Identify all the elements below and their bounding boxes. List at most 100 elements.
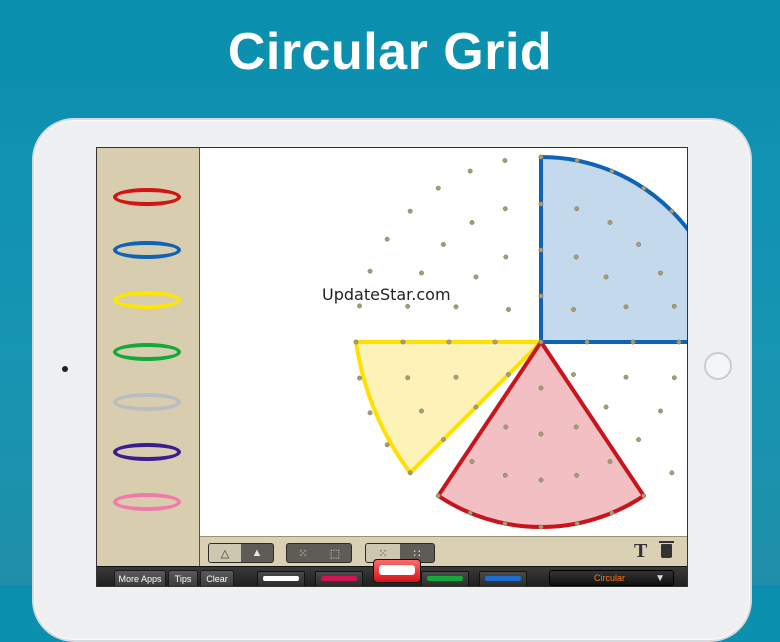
peg <box>384 442 390 448</box>
yellow-band[interactable] <box>113 291 181 309</box>
peg <box>440 437 446 443</box>
peg <box>538 247 544 253</box>
peg <box>623 304 629 310</box>
peg <box>353 339 359 345</box>
shape-mode-toggle[interactable]: △ ▲ <box>208 543 274 563</box>
page-title: Circular Grid <box>227 23 553 81</box>
peg <box>671 303 677 309</box>
peg <box>607 220 613 225</box>
peg <box>357 375 363 381</box>
peg <box>453 304 459 310</box>
square-icon[interactable]: ⬚ <box>319 544 351 562</box>
peg <box>538 385 544 391</box>
peg <box>357 303 363 309</box>
peg <box>467 510 473 516</box>
peg <box>607 459 613 464</box>
grid-type-label: Circular <box>594 573 626 583</box>
peg <box>502 472 508 478</box>
peg <box>405 375 411 381</box>
peg <box>669 470 675 476</box>
chevron-down-icon: ▼ <box>655 573 665 584</box>
camera-dot <box>62 366 68 372</box>
peg <box>603 404 609 410</box>
triangle-filled-icon[interactable]: ▲ <box>241 544 273 562</box>
peg <box>407 208 413 214</box>
peg <box>676 339 682 345</box>
peg <box>630 339 636 345</box>
peg <box>538 431 544 437</box>
peg <box>574 206 580 212</box>
peg <box>623 374 629 380</box>
app-screen: △ ▲ ⁙ ⬚ ⁙ ∷ T More Apps Tips Clear Circu… <box>96 147 688 587</box>
tips-button[interactable]: Tips <box>168 570 198 586</box>
peg <box>419 408 424 414</box>
peg <box>609 510 615 516</box>
peg <box>400 339 406 345</box>
pegs-icon[interactable]: ⁙ <box>287 544 319 562</box>
peg <box>584 339 590 345</box>
home-button[interactable] <box>704 352 732 380</box>
peg-mode-toggle[interactable]: ⁙ ⬚ <box>286 543 352 563</box>
peg <box>467 168 473 174</box>
red-band[interactable] <box>113 188 181 206</box>
watermark: UpdateStar.com <box>322 285 451 304</box>
peg <box>669 208 675 214</box>
peg <box>658 408 663 414</box>
blue-band[interactable] <box>113 241 181 259</box>
pen-eraser[interactable] <box>373 559 421 583</box>
blue-band-shape <box>539 155 687 344</box>
peg <box>435 185 441 191</box>
clear-button[interactable]: Clear <box>200 570 234 586</box>
circular-grid-board[interactable] <box>200 148 687 536</box>
gray-band[interactable] <box>113 393 181 411</box>
peg <box>440 241 446 247</box>
peg <box>538 201 544 207</box>
peg <box>469 220 475 225</box>
peg <box>473 404 479 410</box>
peg <box>367 410 373 416</box>
peg <box>636 241 642 247</box>
peg <box>492 339 498 345</box>
peg <box>469 459 475 464</box>
peg <box>609 168 615 174</box>
toolbar: △ ▲ ⁙ ⬚ ⁙ ∷ T <box>200 536 687 567</box>
peg <box>538 524 544 530</box>
more-apps-button[interactable]: More Apps <box>114 570 166 586</box>
peg <box>573 254 579 260</box>
peg <box>435 493 441 499</box>
peg <box>407 470 413 476</box>
pink-band[interactable] <box>113 493 181 511</box>
peg <box>453 374 459 380</box>
peg <box>636 437 642 443</box>
trash-icon[interactable] <box>659 541 674 558</box>
peg <box>506 307 511 312</box>
peg <box>473 274 479 280</box>
bottom-bar: More Apps Tips Clear Circular ▼ <box>97 559 687 586</box>
peg <box>367 268 373 274</box>
text-tool-icon[interactable]: T <box>634 540 647 563</box>
peg <box>503 424 509 430</box>
peg <box>502 520 508 526</box>
peg <box>658 270 663 276</box>
peg <box>641 185 647 191</box>
peg <box>538 293 544 299</box>
band-palette <box>97 148 200 566</box>
peg <box>502 158 508 164</box>
peg <box>506 372 511 377</box>
peg <box>502 206 508 212</box>
peg <box>384 236 390 242</box>
peg <box>538 154 544 160</box>
triangle-outline-icon[interactable]: △ <box>209 544 241 562</box>
peg <box>419 270 424 276</box>
geoboard-canvas[interactable] <box>200 148 687 536</box>
green-band[interactable] <box>113 343 181 361</box>
grid-type-dropdown[interactable]: Circular ▼ <box>549 570 674 586</box>
peg <box>405 303 411 309</box>
peg <box>538 339 544 345</box>
peg <box>538 477 544 483</box>
peg <box>574 520 580 526</box>
peg <box>574 472 580 478</box>
peg <box>573 424 579 430</box>
peg <box>641 493 647 499</box>
purple-band[interactable] <box>113 443 181 461</box>
